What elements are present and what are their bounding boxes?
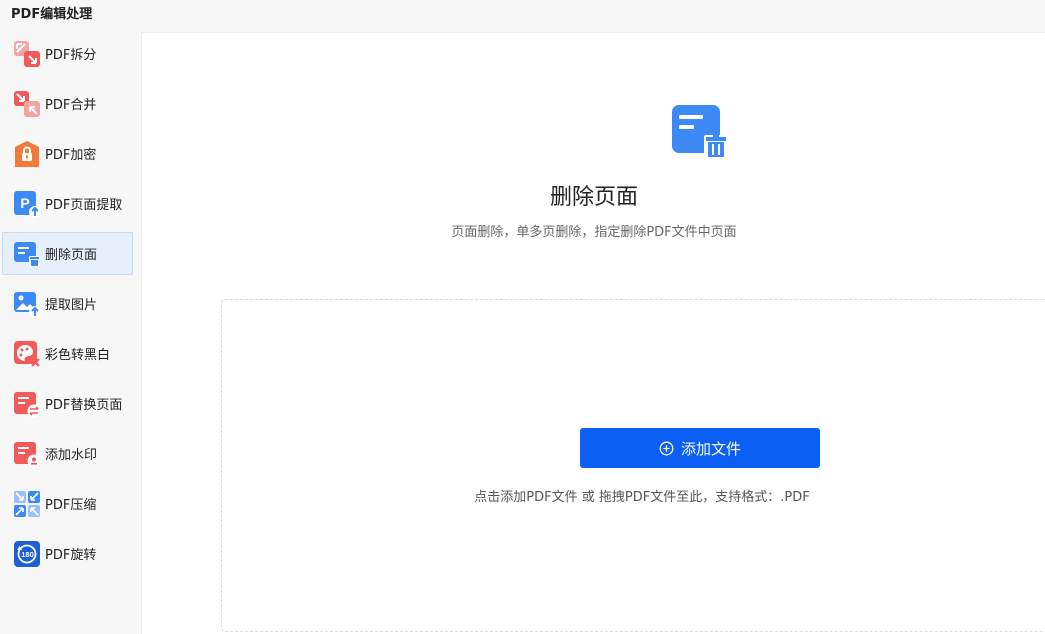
sidebar-item-label: 彩色转黑白 [45, 348, 111, 363]
compress-icon [13, 490, 41, 518]
sidebar-item-label: PDF旋转 [45, 548, 97, 563]
image-extract-icon [13, 290, 41, 318]
sidebar-item-label: PDF加密 [45, 148, 97, 163]
plus-circle-icon [659, 441, 674, 455]
sidebar-item-label: PDF拆分 [45, 48, 97, 63]
sidebar-item-delete-page[interactable]: 删除页面 [2, 232, 133, 275]
add-file-label: 添加文件 [680, 439, 741, 458]
sidebar-item-label: PDF合并 [45, 98, 97, 113]
sidebar-item-pdf-merge[interactable]: PDF合并 [2, 82, 133, 125]
sidebar-item-label: PDF压缩 [45, 498, 97, 513]
sidebar-item-page-extract[interactable]: P PDF页面提取 [2, 182, 133, 225]
delete-page-icon [13, 240, 41, 268]
sidebar-item-compress[interactable]: PDF压缩 [2, 482, 133, 525]
sidebar-item-color-to-bw[interactable]: 彩色转黑白 [2, 332, 133, 375]
sidebar-item-label: 删除页面 [45, 248, 98, 263]
sidebar-item-pdf-encrypt[interactable]: PDF加密 [2, 132, 133, 175]
sidebar-item-replace-page[interactable]: PDF替换页面 [2, 382, 133, 425]
app-title: PDF编辑处理 [11, 7, 93, 22]
drop-hint: 点击添加PDF文件 或 拖拽PDF文件至此，支持格式：.PDF [474, 490, 810, 505]
split-icon [13, 40, 41, 68]
page-title: 删除页面 [549, 185, 638, 210]
rotate-icon: 180 [13, 540, 41, 568]
lock-icon [13, 140, 41, 168]
color-to-bw-icon [13, 340, 41, 368]
sidebar-item-pdf-split[interactable]: PDF拆分 [2, 32, 133, 75]
sidebar-item-image-extract[interactable]: 提取图片 [2, 282, 133, 325]
merge-icon [13, 90, 41, 118]
sidebar-item-label: 提取图片 [45, 298, 98, 313]
file-drop-zone[interactable]: 添加文件 点击添加PDF文件 或 拖拽PDF文件至此，支持格式：.PDF [221, 299, 1045, 632]
sidebar-item-label: 添加水印 [45, 448, 98, 463]
app-window: PDF编辑处理 PDF拆分 PDF合并 PDF加密 P PDF页面提取 删除页面… [0, 0, 1045, 634]
svg-text:P: P [20, 195, 29, 211]
page-extract-icon: P [13, 190, 41, 218]
sidebar: PDF拆分 PDF合并 PDF加密 P PDF页面提取 删除页面 提取图片 彩色… [0, 30, 140, 634]
replace-page-icon [13, 390, 41, 418]
add-file-button[interactable]: 添加文件 [580, 428, 820, 468]
sidebar-item-watermark[interactable]: 添加水印 [2, 432, 133, 475]
delete-page-icon [670, 103, 730, 163]
sidebar-item-label: PDF替换页面 [45, 398, 123, 413]
sidebar-item-label: PDF页面提取 [45, 198, 123, 213]
page-description: 页面删除，单多页删除，指定删除PDF文件中页面 [451, 225, 737, 240]
main-panel: 删除页面 页面删除，单多页删除，指定删除PDF文件中页面 添加文件 点击添加PD… [141, 32, 1045, 634]
watermark-icon [13, 440, 41, 468]
sidebar-item-rotate[interactable]: 180 PDF旋转 [2, 532, 133, 575]
svg-text:180: 180 [21, 550, 34, 559]
